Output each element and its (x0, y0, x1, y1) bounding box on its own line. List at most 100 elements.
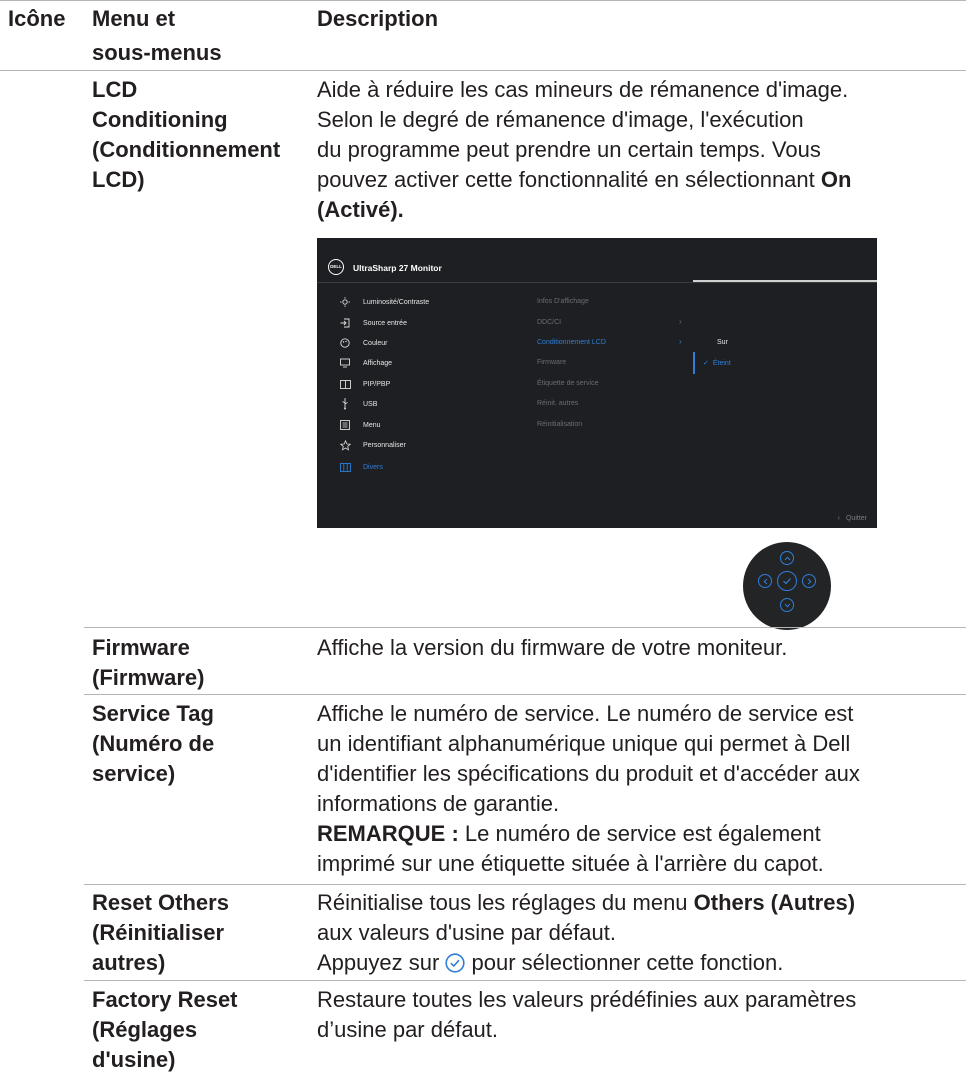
desc-line: Selon le degré de rémanence d'image, l'e… (317, 107, 804, 132)
row-reset-others-description: Réinitialise tous les réglages du menu O… (317, 888, 947, 981)
brightness-icon (339, 296, 351, 308)
osd-screenshot: DELL UltraSharp 27 Monitor Luminosité/Co… (317, 238, 877, 528)
joystick-up-icon (780, 551, 794, 565)
osd-submenu-lcd-conditioning[interactable]: Conditionnement LCD (537, 339, 606, 346)
desc-line: pouvez activer cette fonctionnalité en s… (317, 165, 947, 195)
menu-line: (Réglages (92, 1017, 198, 1042)
table-top-rule (0, 0, 966, 1)
menu-line: (Conditionnement (92, 137, 281, 162)
menu-line: Conditioning (92, 107, 228, 132)
osd-menu-display[interactable]: Affichage (339, 356, 392, 370)
row-service-tag-description: Affiche le numéro de service. Le numéro … (317, 699, 947, 879)
star-icon (339, 439, 351, 451)
desc-text: Appuyez sur (317, 950, 446, 975)
joystick-left-icon (758, 574, 772, 588)
osd-divider (317, 282, 877, 283)
osd-menu-pip[interactable]: PIP/PBP (339, 377, 390, 391)
menu-line: Factory Reset (92, 987, 238, 1012)
osd-menu-others[interactable]: Divers (339, 460, 383, 474)
joystick-select-icon (777, 571, 797, 591)
header-menu-line1: Menu et (92, 6, 176, 31)
row-factory-reset-description: Restaure toutes les valeurs prédéfinies … (317, 985, 947, 1045)
note-label: REMARQUE : (317, 821, 459, 846)
osd-submenu-service-tag[interactable]: Étiquette de service (537, 380, 598, 387)
row-reset-others-menu: Reset Others (Réinitialiser autres) (92, 888, 307, 978)
osd-submenu-display-info[interactable]: Infos D'affichage (537, 298, 589, 305)
osd-submenu-factory-reset[interactable]: Réinitialisation (537, 421, 582, 428)
desc-bold: On (820, 167, 852, 192)
osd-menu-label: Affichage (363, 359, 393, 367)
osd-menu-label: Source entrée (363, 319, 407, 327)
check-circle-icon (445, 951, 466, 981)
osd-menu-usb[interactable]: USB (339, 397, 377, 411)
note-line: imprimé sur une étiquette située à l'arr… (317, 851, 824, 876)
osd-menu-input[interactable]: Source entrée (339, 316, 407, 330)
others-icon (339, 461, 351, 473)
row-rule (84, 884, 966, 885)
usb-icon (339, 398, 351, 410)
input-source-icon (339, 317, 351, 329)
row-lcd-description: Aide à réduire les cas mineurs de rémane… (317, 75, 947, 225)
row-rule (84, 627, 966, 628)
osd-menu-menu[interactable]: Menu (339, 418, 381, 432)
menu-line: Firmware (92, 635, 190, 660)
row-factory-reset-menu: Factory Reset (Réglages d'usine) (92, 985, 307, 1075)
osd-menu-label: USB (363, 400, 378, 408)
osd-menu-personalize[interactable]: Personnaliser (339, 438, 406, 452)
row-firmware-menu: Firmware (Firmware) (92, 633, 307, 693)
desc-line: du programme peut prendre un certain tem… (317, 137, 821, 162)
osd-menu-brightness[interactable]: Luminosité/Contraste (339, 295, 429, 309)
osd-option-label: Éteint (712, 360, 731, 367)
desc-bold: Others (Autres) (693, 890, 856, 915)
desc-line: (Activé). (317, 197, 404, 222)
osd-submenu-firmware[interactable]: Firmware (537, 359, 566, 366)
osd-option-off[interactable]: ✓ Éteint (703, 359, 731, 367)
desc-line: Réinitialise tous les réglages du menu O… (317, 888, 947, 918)
osd-submenu-reset-others[interactable]: Réinit. autres (537, 400, 578, 407)
desc-line: Restaure toutes les valeurs prédéfinies … (317, 987, 857, 1012)
row-rule (84, 980, 966, 981)
desc-line: informations de garantie. (317, 791, 560, 816)
osd-menu-label: Personnaliser (363, 441, 406, 449)
osd-option-on[interactable]: Sur (717, 339, 728, 346)
desc-line: Affiche le numéro de service. Le numéro … (317, 701, 854, 726)
desc-line: Appuyez sur pour sélectionner cette fonc… (317, 948, 947, 981)
header-menu-line2: sous-menus (92, 40, 222, 65)
chevron-right-icon: › (679, 317, 682, 326)
menu-line: LCD) (92, 167, 145, 192)
menu-line: autres) (92, 950, 166, 975)
menu-line: Service Tag (92, 701, 214, 726)
desc-line: un identifiant alphanumérique unique qui… (317, 731, 851, 756)
row-rule (84, 694, 966, 695)
desc-line: d’usine par défaut. (317, 1017, 499, 1042)
desc-line: d'identifier les spécifications du produ… (317, 761, 860, 786)
joystick-down-icon (780, 598, 794, 612)
menu-icon (339, 419, 351, 431)
menu-line: LCD (92, 77, 138, 102)
osd-menu-label: PIP/PBP (363, 380, 391, 388)
header-description: Description (317, 6, 439, 31)
osd-submenu-ddcci[interactable]: DDC/CI (537, 319, 561, 326)
menu-line: (Numéro de (92, 731, 215, 756)
note-text: Le numéro de service est également (458, 821, 821, 846)
osd-title: UltraSharp 27 Monitor (353, 263, 442, 273)
joystick-diagram (743, 542, 831, 630)
osd-menu-color[interactable]: Couleur (339, 336, 388, 350)
desc-text: pouvez activer cette fonctionnalité en s… (317, 167, 821, 192)
header-icon: Icône (8, 6, 66, 31)
osd-quit-label: Quitter (845, 515, 867, 522)
osd-menu-label: Menu (363, 421, 381, 429)
menu-line: service) (92, 761, 176, 786)
osd-menu-label: Luminosité/Contraste (363, 298, 430, 306)
osd-quit-button[interactable]: ‹ Quitter (838, 515, 867, 522)
joystick-right-icon (802, 574, 816, 588)
pip-icon (339, 378, 351, 390)
osd-divider-highlight (693, 280, 877, 282)
row-firmware-description: Affiche la version du firmware de votre … (317, 635, 788, 660)
row-service-tag-menu: Service Tag (Numéro de service) (92, 699, 307, 789)
osd-menu-label: Divers (363, 463, 383, 471)
osd-selection-bar (693, 352, 695, 374)
desc-line: Aide à réduire les cas mineurs de rémane… (317, 77, 849, 102)
dell-logo-icon: DELL (328, 259, 344, 275)
menu-line: d'usine) (92, 1047, 176, 1072)
